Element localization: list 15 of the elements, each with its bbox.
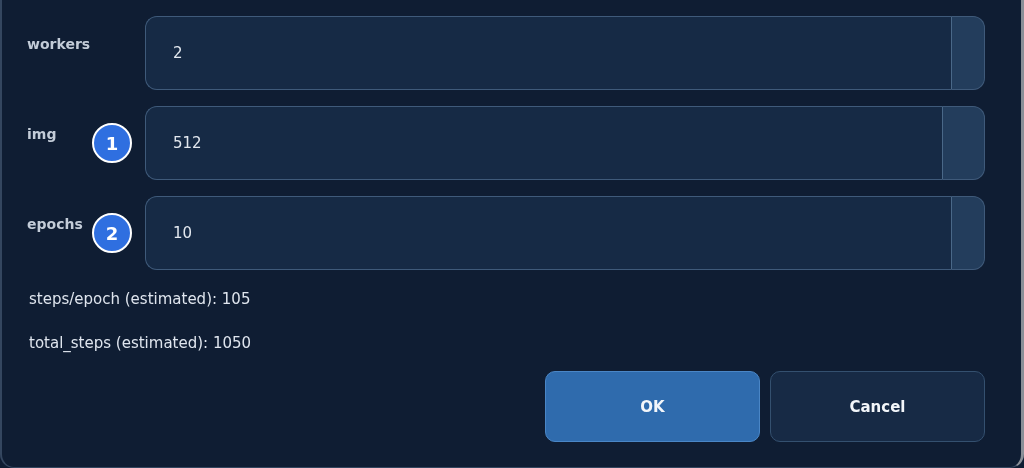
cancel-button[interactable]: Cancel — [770, 371, 985, 442]
number-badge: 2 — [92, 213, 132, 253]
spin-button[interactable] — [951, 196, 985, 270]
info-text: steps/epoch (estimated): 105 — [29, 290, 252, 308]
field-label: epochs — [27, 216, 83, 232]
spin-button[interactable] — [942, 106, 985, 180]
info-text: total_steps (estimated): 1050 — [29, 334, 253, 352]
number-field[interactable]: 10 — [145, 196, 951, 270]
number-field[interactable]: 2 — [145, 16, 951, 90]
number-badge: 1 — [92, 123, 132, 163]
field-label: img — [27, 126, 57, 142]
field-label: workers — [27, 36, 91, 52]
ok-button[interactable]: OK — [545, 371, 760, 442]
number-field[interactable]: 512 — [145, 106, 942, 180]
spin-button[interactable] — [951, 16, 985, 90]
